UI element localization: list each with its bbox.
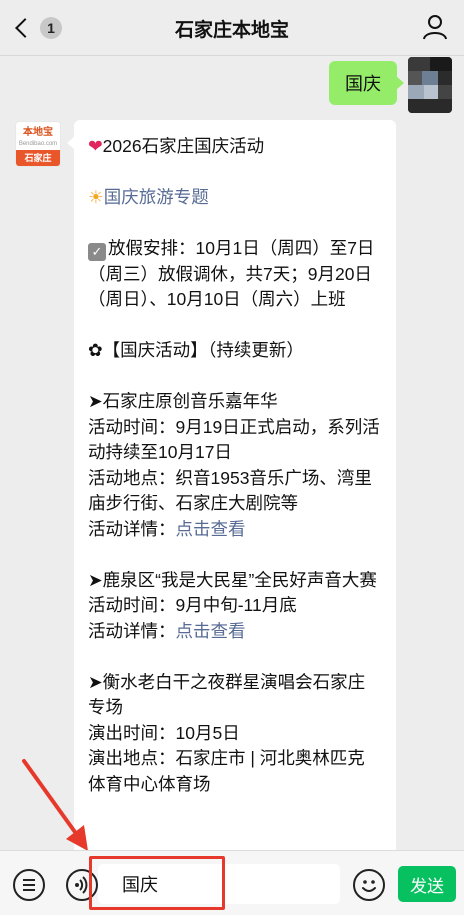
message-heading-line: ❤2026石家庄国庆活动: [88, 134, 382, 160]
event-detail-link[interactable]: 点击查看: [176, 519, 246, 539]
checkbox-icon: ✓: [88, 243, 106, 261]
annotation-highlight-box: [89, 856, 225, 910]
event-detail-label: 活动详情：: [88, 518, 176, 539]
chat-screen: 1 石家庄本地宝 国庆 本地宝 Bendibao.com 石家庄 ❤2026石家…: [0, 0, 464, 915]
chat-title: 石家庄本地宝: [174, 19, 289, 41]
topic-line: ☀国庆旅游专题: [88, 185, 382, 211]
event-title: ➤衡水老白干之夜群星演唱会石家庄专场: [88, 671, 366, 718]
back-button[interactable]: 1: [12, 12, 62, 44]
sun-icon: ☀: [88, 187, 104, 207]
profile-button[interactable]: [422, 14, 448, 40]
message-heading: 2026石家庄国庆活动: [102, 136, 265, 156]
bot-logo-text: 本地宝: [23, 127, 53, 138]
user-avatar[interactable]: [408, 57, 452, 113]
event-title: ➤石家庄原创音乐嘉年华: [88, 391, 278, 411]
event-detail-line: 活动详情：点击查看: [88, 517, 382, 543]
send-button[interactable]: 发送: [398, 866, 456, 902]
bot-logo-city: 石家庄: [16, 150, 60, 166]
event-time: 演出时间：10月5日: [88, 722, 240, 743]
emoji-button[interactable]: [353, 869, 385, 901]
annotation-arrow-icon: [22, 759, 88, 850]
event-time: 活动时间：9月19日正式启动，系列活动持续至10月17日: [88, 416, 380, 463]
event-place: 活动地点：织音1953音乐广场、湾里庙步行街、石家庄大剧院等: [88, 467, 372, 514]
unread-badge: 1: [40, 17, 62, 39]
event-detail-label: 活动详情：: [88, 620, 176, 641]
flower-icon: ✿: [88, 340, 103, 360]
holiday-text: 放假安排：10月1日（周四）至7日（周三）放假调休，共7天；9月20日（周日）、…: [88, 238, 375, 309]
section-title: 【国庆活动】（持续更新）: [102, 340, 304, 360]
event-place: 演出地点：石家庄市 | 河北奥林匹克体育中心体育场: [88, 748, 365, 794]
bot-avatar[interactable]: 本地宝 Bendibao.com 石家庄: [15, 121, 61, 167]
holiday-line: ✓ 放假安排：10月1日（周四）至7日（周三）放假调休，共7天；9月20日（周日）…: [88, 236, 382, 313]
chat-area[interactable]: 国庆 本地宝 Bendibao.com 石家庄 ❤2026石家庄国庆活动 ☀国庆…: [0, 57, 464, 850]
event-time: 活动时间：9月中旬-11月底: [88, 595, 297, 615]
chevron-left-icon: [15, 18, 35, 38]
user-message-bubble[interactable]: 国庆: [329, 61, 404, 105]
heart-icon: ❤: [88, 136, 103, 156]
event-detail-line: 活动详情：点击查看: [88, 619, 382, 645]
event-title: ➤鹿泉区“我是大民星”全民好声音大赛: [88, 569, 377, 590]
bot-message-bubble[interactable]: ❤2026石家庄国庆活动 ☀国庆旅游专题 ✓ 放假安排：10月1日（周四）至7日（…: [67, 120, 396, 850]
menu-button[interactable]: [13, 869, 45, 901]
top-nav-bar: 1 石家庄本地宝: [0, 0, 464, 56]
person-icon: [423, 15, 447, 40]
input-bar: 国庆 发送: [0, 850, 464, 915]
section-title-line: ✿【国庆活动】（持续更新）: [88, 338, 382, 364]
bot-logo-domain: Bendibao.com: [18, 141, 58, 147]
event-detail-link[interactable]: 点击查看: [176, 621, 246, 641]
emoji-icon: [362, 880, 376, 892]
topic-link[interactable]: 国庆旅游专题: [104, 187, 209, 207]
